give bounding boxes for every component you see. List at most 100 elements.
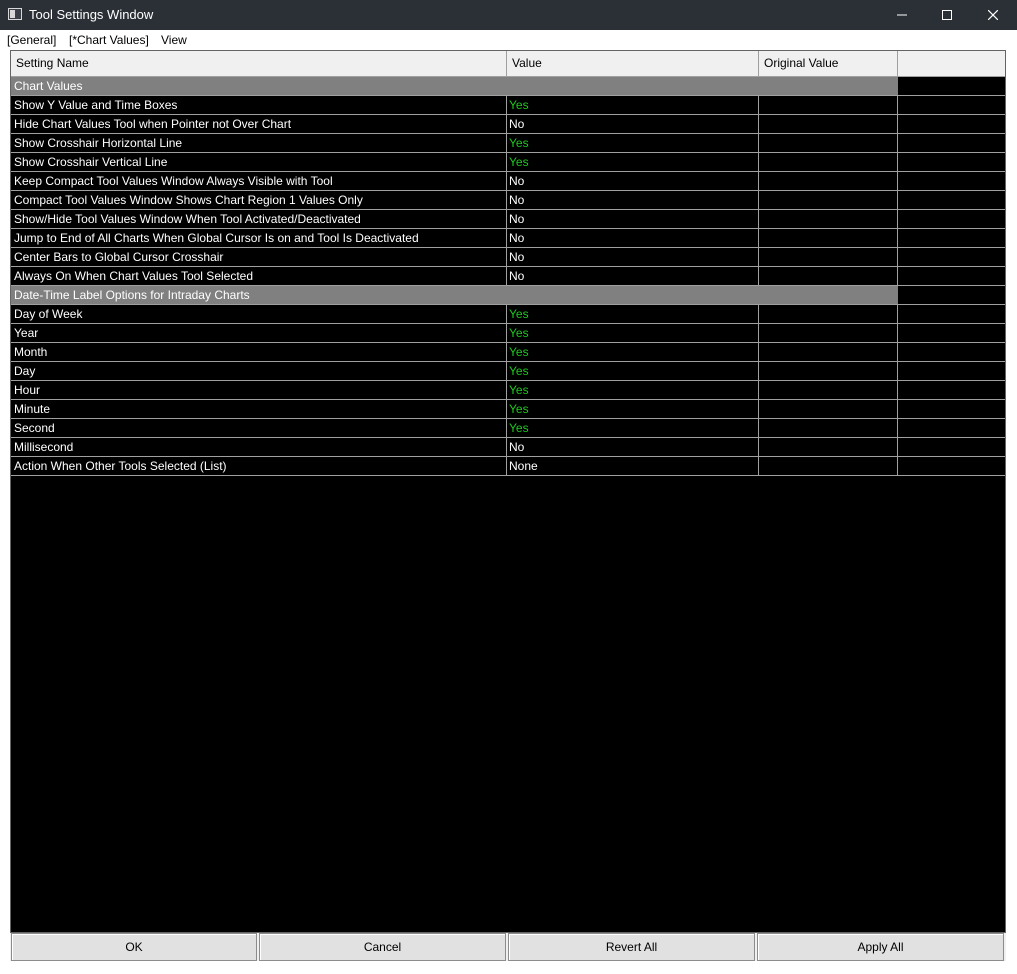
blank-cell — [898, 153, 1005, 171]
setting-row[interactable]: Day of Week Yes — [11, 305, 1005, 324]
setting-name-cell: Keep Compact Tool Values Window Always V… — [11, 172, 507, 190]
setting-value-cell[interactable]: No — [507, 172, 759, 190]
revert-all-button[interactable]: Revert All — [508, 933, 755, 961]
grid-header: Setting Name Value Original Value — [11, 51, 1005, 77]
setting-row[interactable]: Show Crosshair Vertical Line Yes — [11, 153, 1005, 172]
close-button[interactable] — [970, 0, 1016, 30]
blank-cell — [898, 191, 1005, 209]
maximize-button[interactable] — [924, 0, 970, 30]
setting-value-cell[interactable]: None — [507, 457, 759, 475]
setting-row[interactable]: Show Crosshair Horizontal Line Yes — [11, 134, 1005, 153]
blank-cell — [898, 305, 1005, 323]
setting-row[interactable]: Year Yes — [11, 324, 1005, 343]
setting-name-cell: Action When Other Tools Selected (List) — [11, 457, 507, 475]
original-value-cell — [759, 381, 898, 399]
setting-row[interactable]: Minute Yes — [11, 400, 1005, 419]
setting-row[interactable]: Month Yes — [11, 343, 1005, 362]
blank-cell — [898, 343, 1005, 361]
menu-general[interactable]: [General] — [7, 33, 56, 47]
original-value-cell — [759, 134, 898, 152]
menu-chart-values[interactable]: [*Chart Values] — [69, 33, 149, 47]
original-value-cell — [759, 96, 898, 114]
setting-row[interactable]: Compact Tool Values Window Shows Chart R… — [11, 191, 1005, 210]
setting-row[interactable]: Hide Chart Values Tool when Pointer not … — [11, 115, 1005, 134]
setting-value-cell[interactable]: No — [507, 115, 759, 133]
original-value-cell — [759, 153, 898, 171]
setting-name-cell: Hour — [11, 381, 507, 399]
original-value-cell — [759, 324, 898, 342]
setting-row[interactable]: Show Y Value and Time Boxes Yes — [11, 96, 1005, 115]
setting-value-cell[interactable]: No — [507, 267, 759, 285]
section-header-label: Date-Time Label Options for Intraday Cha… — [11, 286, 898, 304]
setting-value-cell[interactable]: Yes — [507, 343, 759, 361]
apply-all-button[interactable]: Apply All — [757, 933, 1004, 961]
setting-name-cell: Day of Week — [11, 305, 507, 323]
original-value-cell — [759, 267, 898, 285]
setting-name-cell: Show Crosshair Horizontal Line — [11, 134, 507, 152]
column-header-setting-name[interactable]: Setting Name — [11, 51, 507, 76]
ok-button[interactable]: OK — [11, 933, 257, 961]
section-header-row[interactable]: Date-Time Label Options for Intraday Cha… — [11, 286, 1005, 305]
setting-value-cell[interactable]: Yes — [507, 96, 759, 114]
column-header-blank — [898, 51, 1005, 76]
blank-cell — [898, 248, 1005, 266]
column-header-original-value[interactable]: Original Value — [759, 51, 898, 76]
setting-value-cell[interactable]: Yes — [507, 134, 759, 152]
setting-value-cell[interactable]: Yes — [507, 381, 759, 399]
minimize-button[interactable] — [879, 0, 925, 30]
setting-name-cell: Year — [11, 324, 507, 342]
setting-name-cell: Show/Hide Tool Values Window When Tool A… — [11, 210, 507, 228]
setting-value-cell[interactable]: Yes — [507, 153, 759, 171]
blank-cell — [898, 381, 1005, 399]
setting-name-cell: Millisecond — [11, 438, 507, 456]
setting-row[interactable]: Center Bars to Global Cursor Crosshair No — [11, 248, 1005, 267]
blank-cell — [898, 400, 1005, 418]
cancel-button[interactable]: Cancel — [259, 933, 506, 961]
setting-value-cell[interactable]: Yes — [507, 305, 759, 323]
setting-name-cell: Show Crosshair Vertical Line — [11, 153, 507, 171]
original-value-cell — [759, 419, 898, 437]
blank-cell — [898, 229, 1005, 247]
blank-cell — [898, 457, 1005, 475]
original-value-cell — [759, 457, 898, 475]
settings-grid[interactable]: Setting Name Value Original Value Chart … — [10, 50, 1006, 933]
setting-name-cell: Center Bars to Global Cursor Crosshair — [11, 248, 507, 266]
blank-cell — [898, 134, 1005, 152]
setting-row[interactable]: Keep Compact Tool Values Window Always V… — [11, 172, 1005, 191]
original-value-cell — [759, 362, 898, 380]
app-window-icon — [8, 8, 22, 20]
setting-value-cell[interactable]: No — [507, 229, 759, 247]
setting-row[interactable]: Action When Other Tools Selected (List) N… — [11, 457, 1005, 476]
setting-name-cell: Compact Tool Values Window Shows Chart R… — [11, 191, 507, 209]
menu-view[interactable]: View — [161, 33, 187, 47]
original-value-cell — [759, 305, 898, 323]
maximize-icon — [942, 10, 952, 20]
setting-row[interactable]: Jump to End of All Charts When Global Cu… — [11, 229, 1005, 248]
grid-rows: Chart Values Show Y Value and Time Boxes Y… — [11, 77, 1005, 476]
setting-value-cell[interactable]: No — [507, 191, 759, 209]
column-header-value[interactable]: Value — [507, 51, 759, 76]
setting-name-cell: Show Y Value and Time Boxes — [11, 96, 507, 114]
blank-cell — [898, 267, 1005, 285]
section-header-row[interactable]: Chart Values — [11, 77, 1005, 96]
setting-row[interactable]: Show/Hide Tool Values Window When Tool A… — [11, 210, 1005, 229]
setting-row[interactable]: Second Yes — [11, 419, 1005, 438]
setting-value-cell[interactable]: No — [507, 210, 759, 228]
setting-value-cell[interactable]: Yes — [507, 419, 759, 437]
setting-row[interactable]: Always On When Chart Values Tool Selecte… — [11, 267, 1005, 286]
setting-row[interactable]: Millisecond No — [11, 438, 1005, 457]
original-value-cell — [759, 172, 898, 190]
setting-value-cell[interactable]: No — [507, 248, 759, 266]
setting-row[interactable]: Day Yes — [11, 362, 1005, 381]
setting-value-cell[interactable]: Yes — [507, 400, 759, 418]
original-value-cell — [759, 248, 898, 266]
setting-value-cell[interactable]: No — [507, 438, 759, 456]
setting-value-cell[interactable]: Yes — [507, 362, 759, 380]
setting-name-cell: Month — [11, 343, 507, 361]
blank-cell — [898, 210, 1005, 228]
blank-cell — [898, 419, 1005, 437]
setting-name-cell: Day — [11, 362, 507, 380]
setting-row[interactable]: Hour Yes — [11, 381, 1005, 400]
setting-value-cell[interactable]: Yes — [507, 324, 759, 342]
blank-cell — [898, 362, 1005, 380]
